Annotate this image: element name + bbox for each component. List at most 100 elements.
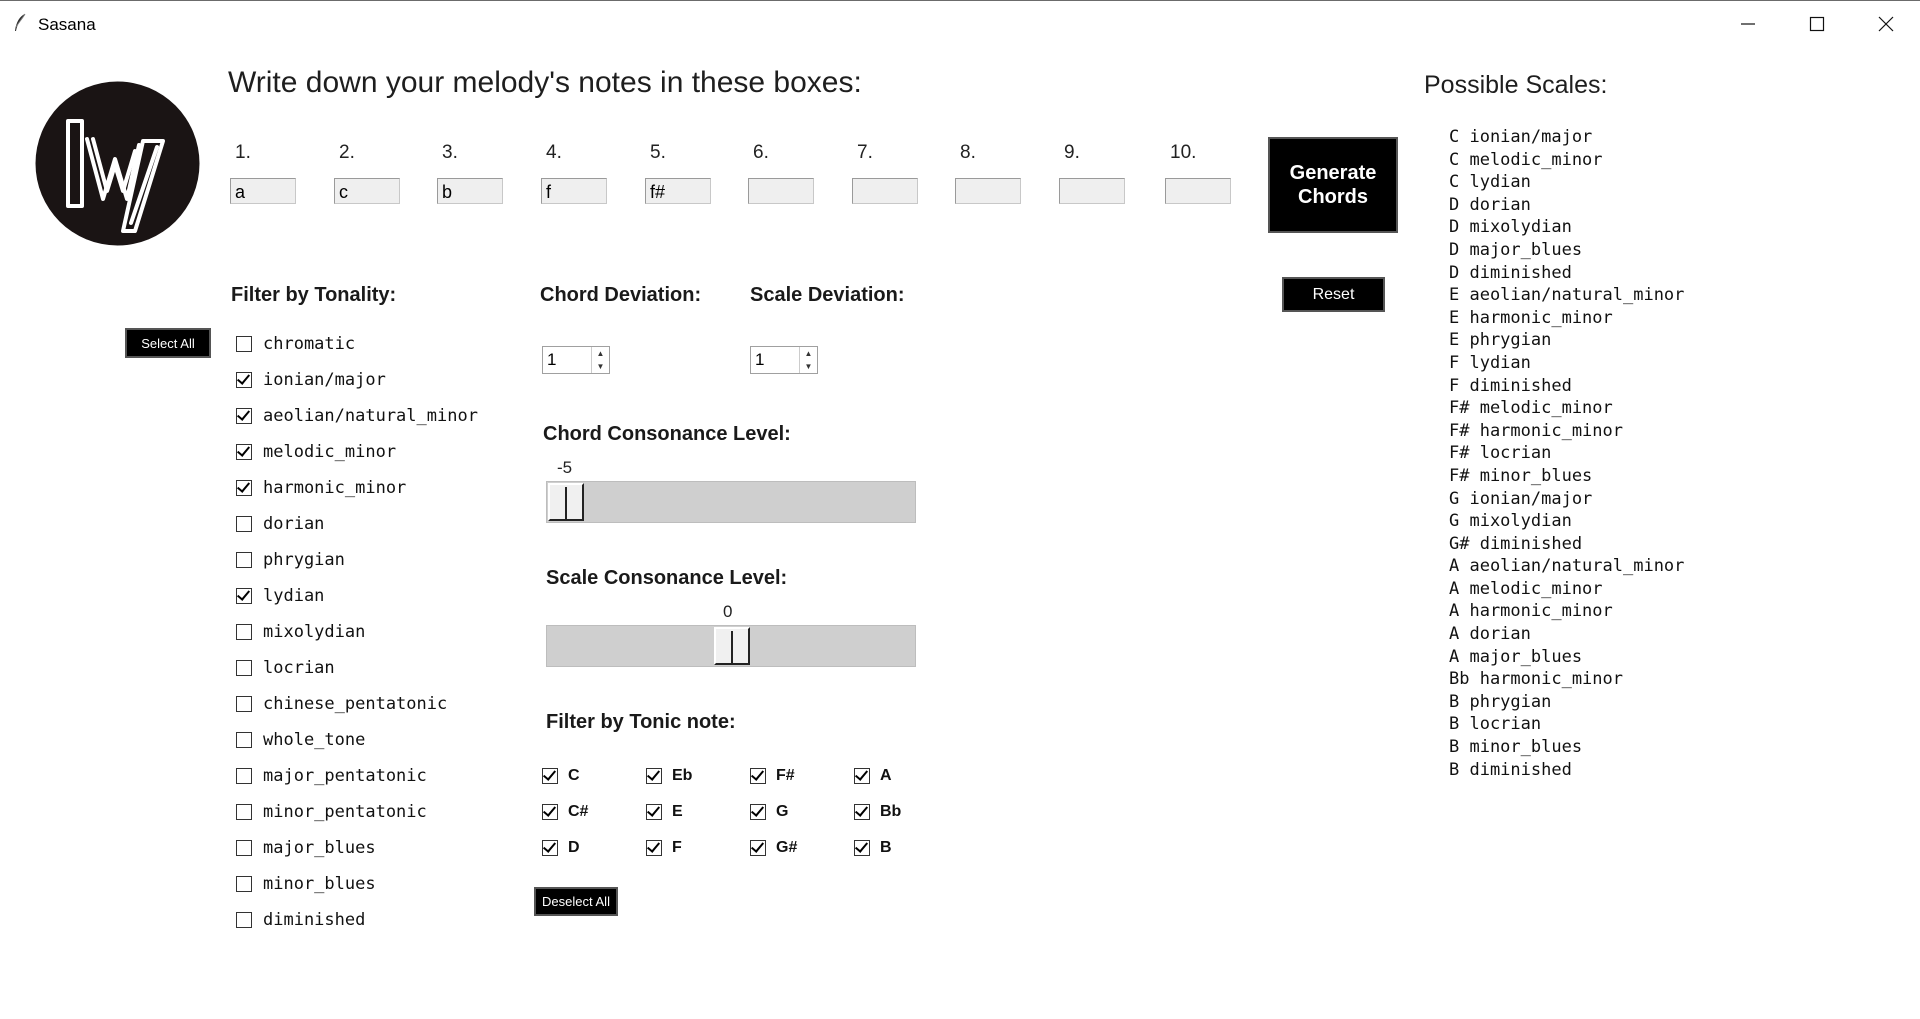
tonality-checkbox[interactable]: diminished <box>236 910 365 930</box>
tonality-label: diminished <box>263 910 366 930</box>
spin-up-icon[interactable]: ▲ <box>800 347 817 360</box>
note-input-3[interactable]: b <box>437 178 503 204</box>
note-input-9[interactable] <box>1059 178 1125 204</box>
tonic-checkbox[interactable]: A <box>854 767 892 785</box>
checkbox-checked-icon[interactable] <box>854 768 870 784</box>
note-input-5[interactable]: f# <box>645 178 711 204</box>
select-all-button[interactable]: Select All <box>125 328 211 358</box>
slider-handle[interactable] <box>548 483 584 521</box>
close-button[interactable] <box>1852 1 1920 47</box>
tonality-checkbox[interactable]: dorian <box>236 514 324 534</box>
note-input-4[interactable]: f <box>541 178 607 204</box>
checkbox-checked-icon[interactable] <box>236 480 252 496</box>
checkbox-checked-icon[interactable] <box>646 804 662 820</box>
checkbox-unchecked-icon[interactable] <box>236 804 252 820</box>
reset-button[interactable]: Reset <box>1282 277 1385 312</box>
checkbox-unchecked-icon[interactable] <box>236 624 252 640</box>
checkbox-checked-icon[interactable] <box>750 804 766 820</box>
tonic-checkbox[interactable]: C <box>542 767 580 785</box>
checkbox-checked-icon[interactable] <box>854 840 870 856</box>
tonality-checkbox[interactable]: locrian <box>236 658 335 678</box>
tonality-checkbox[interactable]: mixolydian <box>236 622 365 642</box>
spin-down-icon[interactable]: ▼ <box>592 360 609 373</box>
minimize-button[interactable] <box>1714 1 1782 47</box>
chord-deviation-spinbox[interactable]: 1 ▲ ▼ <box>542 346 610 374</box>
checkbox-checked-icon[interactable] <box>236 444 252 460</box>
tonic-checkbox[interactable]: Eb <box>646 767 692 785</box>
scale-deviation-spinbox[interactable]: 1 ▲ ▼ <box>750 346 818 374</box>
generate-chords-button[interactable]: Generate Chords <box>1268 137 1398 233</box>
checkbox-checked-icon[interactable] <box>236 372 252 388</box>
checkbox-checked-icon[interactable] <box>646 840 662 856</box>
checkbox-checked-icon[interactable] <box>646 768 662 784</box>
tonality-checkbox[interactable]: major_pentatonic <box>236 766 427 786</box>
checkbox-unchecked-icon[interactable] <box>236 768 252 784</box>
note-input-8[interactable] <box>955 178 1021 204</box>
tonic-label: Bb <box>880 803 902 820</box>
checkbox-unchecked-icon[interactable] <box>236 336 252 352</box>
checkbox-unchecked-icon[interactable] <box>236 912 252 928</box>
tonality-checkbox[interactable]: aeolian/natural_minor <box>236 406 478 426</box>
checkbox-unchecked-icon[interactable] <box>236 732 252 748</box>
note-label: 8. <box>960 142 976 163</box>
tonic-checkbox[interactable]: Bb <box>854 803 901 821</box>
scale-list-item: B minor_blues <box>1449 737 1583 758</box>
checkbox-unchecked-icon[interactable] <box>236 660 252 676</box>
tonic-checkbox[interactable]: F <box>646 839 682 857</box>
window-title: Sasana <box>38 15 96 34</box>
checkbox-checked-icon[interactable] <box>542 840 558 856</box>
tonic-checkbox[interactable]: E <box>646 803 683 821</box>
tonic-checkbox[interactable]: C# <box>542 803 588 821</box>
tonic-checkbox[interactable]: G <box>750 803 788 821</box>
tonality-label: lydian <box>263 586 325 606</box>
tonality-checkbox[interactable]: ionian/major <box>236 370 386 390</box>
checkbox-checked-icon[interactable] <box>236 588 252 604</box>
tonality-checkbox[interactable]: minor_pentatonic <box>236 802 427 822</box>
checkbox-unchecked-icon[interactable] <box>236 552 252 568</box>
scale-consonance-value: 0 <box>723 602 733 621</box>
note-input-1[interactable]: a <box>230 178 296 204</box>
chord-consonance-slider[interactable] <box>546 481 916 523</box>
scale-list-item: C lydian <box>1449 172 1531 193</box>
checkbox-checked-icon[interactable] <box>854 804 870 820</box>
scale-consonance-slider[interactable] <box>546 625 916 667</box>
tonic-label: A <box>880 767 892 784</box>
spin-up-icon[interactable]: ▲ <box>592 347 609 360</box>
tonic-checkbox[interactable]: G# <box>750 839 797 857</box>
checkbox-unchecked-icon[interactable] <box>236 516 252 532</box>
note-input-10[interactable] <box>1165 178 1231 204</box>
tonic-checkbox[interactable]: F# <box>750 767 795 785</box>
tonality-checkbox[interactable]: minor_blues <box>236 874 376 894</box>
tonality-checkbox[interactable]: melodic_minor <box>236 442 396 462</box>
slider-handle[interactable] <box>714 627 750 665</box>
note-label: 5. <box>650 142 666 163</box>
checkbox-checked-icon[interactable] <box>542 804 558 820</box>
scale-consonance-title: Scale Consonance Level: <box>546 567 788 589</box>
note-input-2[interactable]: c <box>334 178 400 204</box>
tonality-checkbox[interactable]: whole_tone <box>236 730 365 750</box>
tonic-checkbox[interactable]: B <box>854 839 892 857</box>
maximize-button[interactable] <box>1783 1 1851 47</box>
tonic-checkbox[interactable]: D <box>542 839 580 857</box>
note-input-7[interactable] <box>852 178 918 204</box>
checkbox-checked-icon[interactable] <box>542 768 558 784</box>
checkbox-checked-icon[interactable] <box>750 840 766 856</box>
tonic-label: G# <box>776 839 798 856</box>
note-input-6[interactable] <box>748 178 814 204</box>
tonality-checkbox[interactable]: phrygian <box>236 550 345 570</box>
spin-down-icon[interactable]: ▼ <box>800 360 817 373</box>
tonality-checkbox[interactable]: chinese_pentatonic <box>236 694 447 714</box>
tonality-checkbox[interactable]: major_blues <box>236 838 376 858</box>
tonality-checkbox[interactable]: harmonic_minor <box>236 478 406 498</box>
scale-list-item: D diminished <box>1449 262 1572 283</box>
deselect-all-button[interactable]: Deselect All <box>534 887 618 916</box>
checkbox-unchecked-icon[interactable] <box>236 840 252 856</box>
checkbox-unchecked-icon[interactable] <box>236 876 252 892</box>
checkbox-checked-icon[interactable] <box>236 408 252 424</box>
tonality-checkbox[interactable]: lydian <box>236 586 324 606</box>
checkbox-unchecked-icon[interactable] <box>236 696 252 712</box>
scale-deviation-value: 1 <box>755 350 765 369</box>
checkbox-checked-icon[interactable] <box>750 768 766 784</box>
tonality-checkbox[interactable]: chromatic <box>236 334 355 354</box>
scale-list-item: G# diminished <box>1449 533 1583 554</box>
